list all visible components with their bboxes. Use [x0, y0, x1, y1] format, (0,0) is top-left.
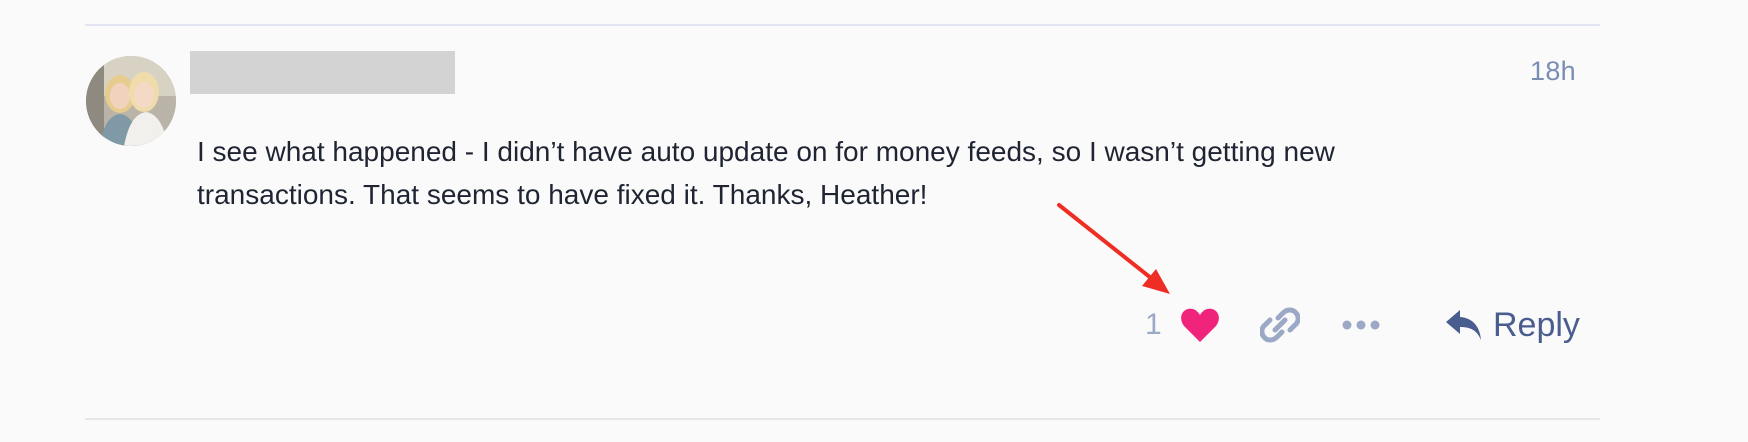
- copy-link-button[interactable]: [1259, 306, 1301, 344]
- post-timestamp[interactable]: 18h: [1530, 56, 1576, 87]
- top-divider: [85, 24, 1600, 26]
- post-body: I see what happened - I didn’t have auto…: [197, 136, 1335, 210]
- more-icon: [1342, 320, 1380, 330]
- avatar-photo: [86, 56, 176, 146]
- post-actions: 1 Reply: [1140, 300, 1580, 350]
- avatar[interactable]: [86, 56, 176, 146]
- more-options-button[interactable]: [1340, 306, 1382, 344]
- reply-arrow-icon: [1446, 310, 1481, 340]
- reply-label: Reply: [1493, 305, 1580, 344]
- link-icon: [1259, 307, 1301, 343]
- annotation-arrow: [1057, 203, 1170, 294]
- heart-icon: [1181, 308, 1219, 342]
- post-container: 18h I see what happened - I didn’t have …: [0, 0, 1748, 442]
- bottom-divider: [85, 418, 1600, 420]
- reply-button[interactable]: Reply: [1445, 300, 1580, 350]
- like-button[interactable]: [1180, 306, 1220, 344]
- like-count[interactable]: 1: [1145, 308, 1162, 342]
- username-redacted: [190, 51, 455, 94]
